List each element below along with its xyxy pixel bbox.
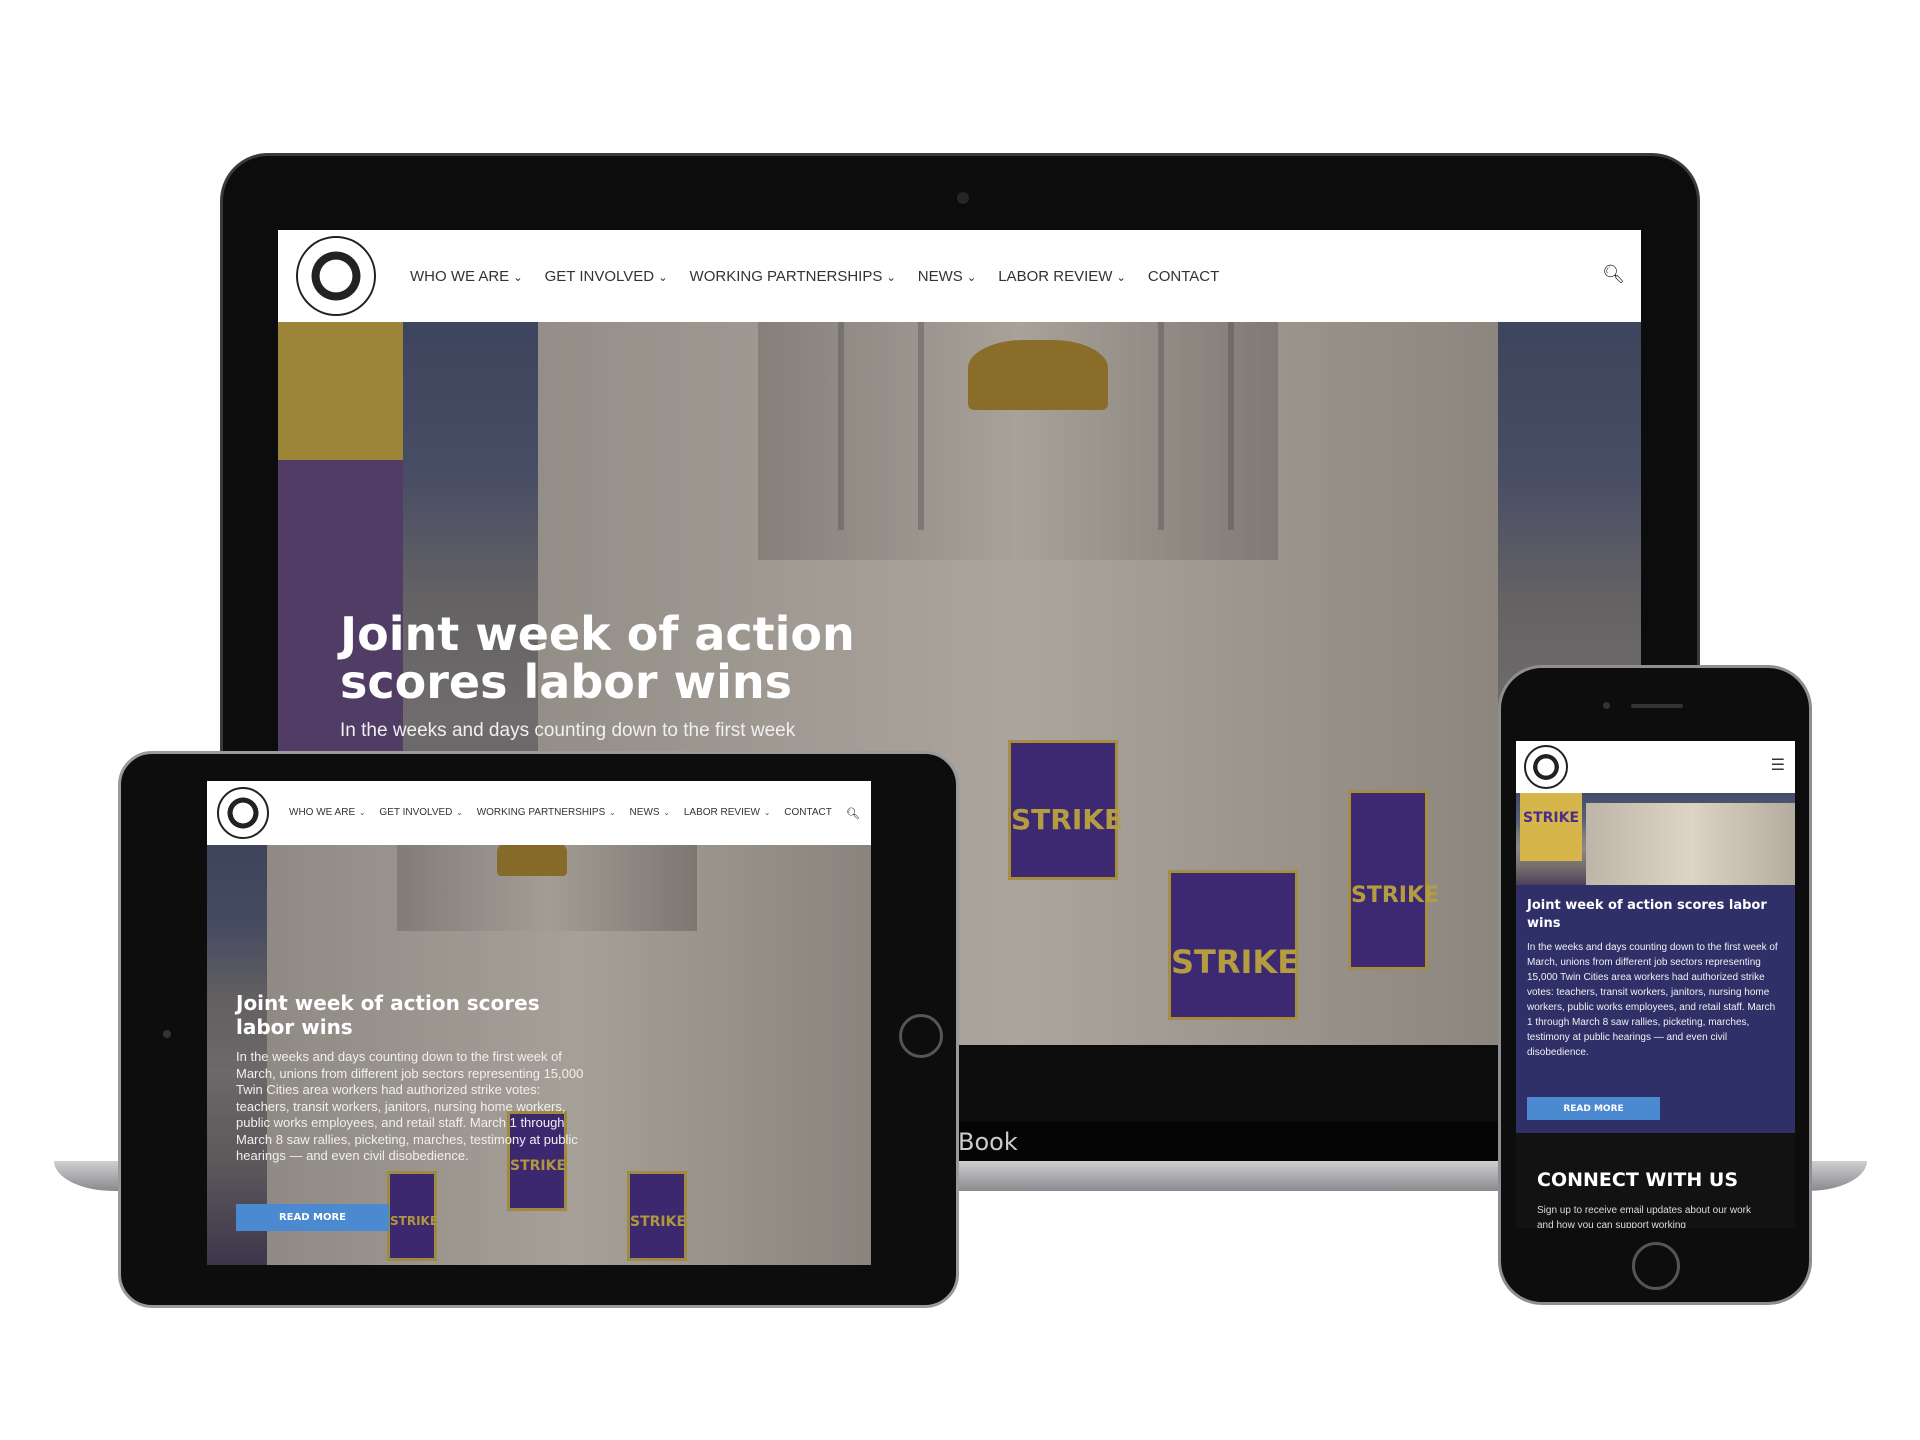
chevron-down-icon: ⌄ xyxy=(456,807,463,817)
main-nav: WHO WE ARE ⌄ GET INVOLVED ⌄ WORKING PARTNE… xyxy=(289,807,860,820)
nav-item-working-partnerships[interactable]: WORKING PARTNERSHIPS ⌄ xyxy=(690,268,896,285)
search-icon[interactable]: 🔍︎ xyxy=(846,807,860,820)
connect-title: CONNECT WITH US xyxy=(1537,1169,1739,1191)
hero-body: In the weeks and days counting down to t… xyxy=(340,720,796,741)
phone-home-button[interactable] xyxy=(1632,1242,1680,1290)
nav-item-labor-review[interactable]: LABOR REVIEW ⌄ xyxy=(998,268,1126,285)
phone-header: ☰ xyxy=(1516,741,1795,793)
hero-title: Joint week of action scores labor wins xyxy=(236,991,540,1039)
chevron-down-icon: ⌄ xyxy=(658,271,668,284)
phone-camera xyxy=(1603,702,1610,709)
nav-item-working-partnerships[interactable]: WORKING PARTNERSHIPS ⌄ xyxy=(477,807,616,820)
chevron-down-icon: ⌄ xyxy=(513,271,523,284)
hero-body: In the weeks and days counting down to t… xyxy=(236,1049,584,1163)
article-panel: Joint week of action scores labor wins I… xyxy=(1516,885,1795,1133)
nav-item-get-involved[interactable]: GET INVOLVED ⌄ xyxy=(545,268,668,285)
hero-title: Joint week of action scores labor wins xyxy=(1527,898,1767,931)
nav-item-news[interactable]: NEWS ⌄ xyxy=(630,807,670,820)
read-more-button[interactable]: READ MORE xyxy=(1527,1097,1660,1120)
phone-screen: ☰ STRIKE Joint week of action scores lab… xyxy=(1516,741,1795,1228)
laptop-label: Book xyxy=(958,1128,1018,1156)
tablet-home-button[interactable] xyxy=(899,1014,943,1058)
chevron-down-icon: ⌄ xyxy=(609,807,616,817)
chevron-down-icon: ⌄ xyxy=(886,271,896,284)
nav-item-labor-review[interactable]: LABOR REVIEW ⌄ xyxy=(684,807,770,820)
search-icon[interactable]: 🔍︎ xyxy=(1602,264,1625,285)
tablet-header: WHO WE ARE ⌄ GET INVOLVED ⌄ WORKING PARTNE… xyxy=(207,781,871,845)
nav-item-who-we-are[interactable]: WHO WE ARE ⌄ xyxy=(289,807,365,820)
hamburger-menu-icon[interactable]: ☰ xyxy=(1771,755,1785,775)
connect-body: Sign up to receive email updates about o… xyxy=(1537,1205,1752,1228)
phone-hero-image: STRIKE xyxy=(1516,793,1795,885)
nav-item-contact[interactable]: CONTACT xyxy=(784,807,832,820)
hero-title: Joint week of action scores labor wins xyxy=(340,607,855,709)
nav-item-who-we-are[interactable]: WHO WE ARE ⌄ xyxy=(410,268,523,285)
chevron-down-icon: ⌄ xyxy=(966,271,977,284)
tablet-camera xyxy=(163,1030,171,1038)
hero-body: In the weeks and days counting down to t… xyxy=(1527,942,1778,1058)
tablet-screen: STRIKE STRIKE STRIKE Joint week of actio… xyxy=(207,781,871,1265)
logo[interactable] xyxy=(1524,745,1568,789)
camera xyxy=(957,192,969,204)
chevron-down-icon: ⌄ xyxy=(359,807,366,817)
logo[interactable] xyxy=(296,236,376,316)
chevron-down-icon: ⌄ xyxy=(1116,271,1126,284)
main-nav: WHO WE ARE ⌄ GET INVOLVED ⌄ WORKING PARTNE… xyxy=(410,268,1219,285)
chevron-down-icon: ⌄ xyxy=(763,807,771,817)
nav-item-get-involved[interactable]: GET INVOLVED ⌄ xyxy=(379,807,462,820)
speaker xyxy=(1631,704,1683,708)
chevron-down-icon: ⌄ xyxy=(663,807,670,817)
logo[interactable] xyxy=(217,787,269,839)
nav-item-news[interactable]: NEWS ⌄ xyxy=(918,268,976,285)
strike-sign: STRIKE xyxy=(1520,793,1582,861)
nav-item-contact[interactable]: CONTACT xyxy=(1148,268,1219,285)
laptop-header: WHO WE ARE ⌄ GET INVOLVED ⌄ WORKING PARTNE… xyxy=(278,230,1641,322)
read-more-button[interactable]: READ MORE xyxy=(236,1204,389,1231)
